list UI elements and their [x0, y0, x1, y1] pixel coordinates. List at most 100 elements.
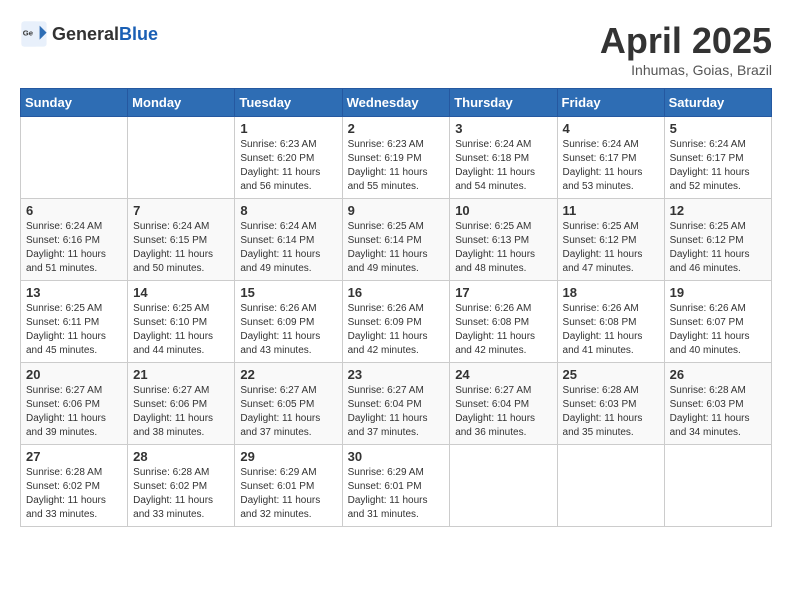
day-info: Sunrise: 6:28 AM Sunset: 6:02 PM Dayligh…: [26, 466, 122, 522]
day-info: Sunrise: 6:24 AM Sunset: 6:18 PM Dayligh…: [455, 138, 551, 194]
logo-text-blue: Blue: [119, 24, 158, 45]
calendar-cell: [128, 117, 235, 199]
calendar-cell: [21, 117, 128, 199]
day-number: 30: [348, 449, 445, 464]
day-info: Sunrise: 6:27 AM Sunset: 6:04 PM Dayligh…: [455, 384, 551, 440]
calendar-table: SundayMondayTuesdayWednesdayThursdayFrid…: [20, 88, 772, 527]
title-area: April 2025 Inhumas, Goias, Brazil: [600, 20, 772, 78]
calendar-cell: 5Sunrise: 6:24 AM Sunset: 6:17 PM Daylig…: [664, 117, 771, 199]
day-number: 29: [240, 449, 336, 464]
day-number: 13: [26, 285, 122, 300]
day-number: 6: [26, 203, 122, 218]
day-number: 26: [670, 367, 766, 382]
calendar-week-row: 20 Sunrise: 6:27 AM Sunset: 6:06 PM Dayli…: [21, 363, 772, 445]
day-info: Sunrise: 6:28 AM Sunset: 6:03 PM Dayligh…: [563, 384, 659, 440]
day-number: 10: [455, 203, 551, 218]
day-info: Sunrise: 6:25 AM Sunset: 6:14 PM Dayligh…: [348, 220, 445, 276]
day-info: Sunrise: 6:26 AM Sunset: 6:07 PM Dayligh…: [670, 302, 766, 358]
calendar-cell: 21 Sunrise: 6:27 AM Sunset: 6:06 PM Dayli…: [128, 363, 235, 445]
calendar-cell: 15 Sunrise: 6:26 AM Sunset: 6:09 PM Dayli…: [235, 281, 342, 363]
calendar-cell: 16Sunrise: 6:26 AM Sunset: 6:09 PM Dayli…: [342, 281, 450, 363]
day-number: 20: [26, 367, 122, 382]
day-info: Sunrise: 6:29 AM Sunset: 6:01 PM Dayligh…: [240, 466, 336, 522]
day-number: 11: [563, 203, 659, 218]
calendar-header-row: SundayMondayTuesdayWednesdayThursdayFrid…: [21, 89, 772, 117]
calendar-day-header: Thursday: [450, 89, 557, 117]
calendar-day-header: Tuesday: [235, 89, 342, 117]
day-number: 25: [563, 367, 659, 382]
day-info: Sunrise: 6:24 AM Sunset: 6:16 PM Dayligh…: [26, 220, 122, 276]
day-info: Sunrise: 6:27 AM Sunset: 6:06 PM Dayligh…: [133, 384, 229, 440]
calendar-cell: 11Sunrise: 6:25 AM Sunset: 6:12 PM Dayli…: [557, 199, 664, 281]
calendar-week-row: 13 Sunrise: 6:25 AM Sunset: 6:11 PM Dayli…: [21, 281, 772, 363]
day-info: Sunrise: 6:24 AM Sunset: 6:15 PM Dayligh…: [133, 220, 229, 276]
day-number: 23: [348, 367, 445, 382]
day-number: 19: [670, 285, 766, 300]
day-number: 27: [26, 449, 122, 464]
day-info: Sunrise: 6:24 AM Sunset: 6:17 PM Dayligh…: [670, 138, 766, 194]
logo: Ge GeneralBlue: [20, 20, 158, 48]
day-number: 14: [133, 285, 229, 300]
calendar-cell: 9 Sunrise: 6:25 AM Sunset: 6:14 PM Daylig…: [342, 199, 450, 281]
day-number: 3: [455, 121, 551, 136]
day-info: Sunrise: 6:25 AM Sunset: 6:13 PM Dayligh…: [455, 220, 551, 276]
calendar-title: April 2025: [600, 20, 772, 62]
calendar-week-row: 27 Sunrise: 6:28 AM Sunset: 6:02 PM Dayli…: [21, 445, 772, 527]
calendar-cell: 14 Sunrise: 6:25 AM Sunset: 6:10 PM Dayli…: [128, 281, 235, 363]
day-info: Sunrise: 6:23 AM Sunset: 6:20 PM Dayligh…: [240, 138, 336, 194]
calendar-cell: 1 Sunrise: 6:23 AM Sunset: 6:20 PM Daylig…: [235, 117, 342, 199]
calendar-cell: 30Sunrise: 6:29 AM Sunset: 6:01 PM Dayli…: [342, 445, 450, 527]
calendar-cell: 8 Sunrise: 6:24 AM Sunset: 6:14 PM Daylig…: [235, 199, 342, 281]
day-number: 18: [563, 285, 659, 300]
logo-icon: Ge: [20, 20, 48, 48]
calendar-cell: 17 Sunrise: 6:26 AM Sunset: 6:08 PM Dayli…: [450, 281, 557, 363]
day-number: 28: [133, 449, 229, 464]
calendar-cell: 24 Sunrise: 6:27 AM Sunset: 6:04 PM Dayli…: [450, 363, 557, 445]
day-info: Sunrise: 6:24 AM Sunset: 6:17 PM Dayligh…: [563, 138, 659, 194]
calendar-cell: 10 Sunrise: 6:25 AM Sunset: 6:13 PM Dayli…: [450, 199, 557, 281]
day-info: Sunrise: 6:25 AM Sunset: 6:11 PM Dayligh…: [26, 302, 122, 358]
day-info: Sunrise: 6:27 AM Sunset: 6:06 PM Dayligh…: [26, 384, 122, 440]
day-number: 17: [455, 285, 551, 300]
day-number: 22: [240, 367, 336, 382]
calendar-subtitle: Inhumas, Goias, Brazil: [600, 62, 772, 78]
page-header: Ge GeneralBlue April 2025 Inhumas, Goias…: [20, 20, 772, 78]
calendar-cell: 25 Sunrise: 6:28 AM Sunset: 6:03 PM Dayli…: [557, 363, 664, 445]
calendar-day-header: Wednesday: [342, 89, 450, 117]
calendar-cell: 20 Sunrise: 6:27 AM Sunset: 6:06 PM Dayli…: [21, 363, 128, 445]
day-number: 15: [240, 285, 336, 300]
calendar-cell: [664, 445, 771, 527]
day-info: Sunrise: 6:26 AM Sunset: 6:09 PM Dayligh…: [240, 302, 336, 358]
day-info: Sunrise: 6:28 AM Sunset: 6:03 PM Dayligh…: [670, 384, 766, 440]
calendar-week-row: 1 Sunrise: 6:23 AM Sunset: 6:20 PM Daylig…: [21, 117, 772, 199]
day-info: Sunrise: 6:25 AM Sunset: 6:10 PM Dayligh…: [133, 302, 229, 358]
day-number: 2: [348, 121, 445, 136]
day-info: Sunrise: 6:24 AM Sunset: 6:14 PM Dayligh…: [240, 220, 336, 276]
calendar-cell: 18Sunrise: 6:26 AM Sunset: 6:08 PM Dayli…: [557, 281, 664, 363]
day-info: Sunrise: 6:23 AM Sunset: 6:19 PM Dayligh…: [348, 138, 445, 194]
calendar-day-header: Friday: [557, 89, 664, 117]
calendar-cell: [450, 445, 557, 527]
day-number: 12: [670, 203, 766, 218]
calendar-cell: 27 Sunrise: 6:28 AM Sunset: 6:02 PM Dayli…: [21, 445, 128, 527]
day-number: 9: [348, 203, 445, 218]
day-number: 24: [455, 367, 551, 382]
day-number: 1: [240, 121, 336, 136]
calendar-cell: 7Sunrise: 6:24 AM Sunset: 6:15 PM Daylig…: [128, 199, 235, 281]
calendar-cell: 12 Sunrise: 6:25 AM Sunset: 6:12 PM Dayli…: [664, 199, 771, 281]
day-info: Sunrise: 6:26 AM Sunset: 6:09 PM Dayligh…: [348, 302, 445, 358]
calendar-cell: 13 Sunrise: 6:25 AM Sunset: 6:11 PM Dayli…: [21, 281, 128, 363]
calendar-cell: 22Sunrise: 6:27 AM Sunset: 6:05 PM Dayli…: [235, 363, 342, 445]
day-number: 21: [133, 367, 229, 382]
calendar-day-header: Sunday: [21, 89, 128, 117]
day-number: 8: [240, 203, 336, 218]
calendar-cell: 6 Sunrise: 6:24 AM Sunset: 6:16 PM Daylig…: [21, 199, 128, 281]
day-info: Sunrise: 6:25 AM Sunset: 6:12 PM Dayligh…: [670, 220, 766, 276]
calendar-cell: 26 Sunrise: 6:28 AM Sunset: 6:03 PM Dayli…: [664, 363, 771, 445]
day-info: Sunrise: 6:26 AM Sunset: 6:08 PM Dayligh…: [455, 302, 551, 358]
calendar-cell: 2 Sunrise: 6:23 AM Sunset: 6:19 PM Daylig…: [342, 117, 450, 199]
logo-text-general: General: [52, 24, 119, 45]
calendar-cell: 4Sunrise: 6:24 AM Sunset: 6:17 PM Daylig…: [557, 117, 664, 199]
calendar-day-header: Monday: [128, 89, 235, 117]
calendar-cell: 19 Sunrise: 6:26 AM Sunset: 6:07 PM Dayli…: [664, 281, 771, 363]
